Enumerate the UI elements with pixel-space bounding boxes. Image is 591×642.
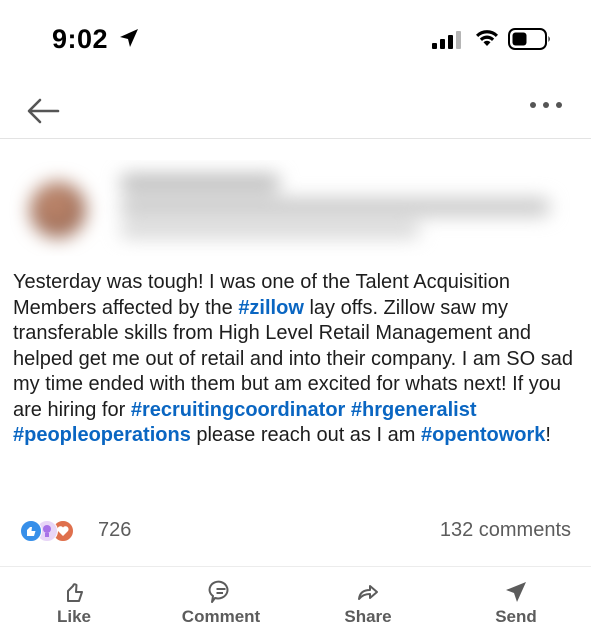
blurred-author-info — [0, 160, 591, 256]
share-label: Share — [344, 607, 392, 626]
comment-label: Comment — [181, 607, 261, 626]
post-text-segment: ! — [545, 424, 551, 446]
location-arrow-icon — [120, 29, 138, 47]
blurred-name-line — [120, 174, 280, 192]
hashtag-link[interactable]: #opentowork — [421, 424, 545, 446]
status-time: 9:02 — [52, 24, 109, 54]
send-paper-plane-icon — [506, 582, 526, 602]
comment-icon — [208, 580, 229, 603]
status-bar: 9:02 — [0, 0, 591, 80]
like-button[interactable]: Like — [14, 579, 134, 627]
comments-count-link[interactable]: 132 comments — [440, 519, 571, 542]
hashtag-link[interactable]: #zillow — [238, 297, 304, 319]
more-options-icon[interactable] — [528, 98, 568, 112]
post-body: Yesterday was tough! I was one of the Ta… — [13, 270, 578, 449]
top-navigation — [0, 80, 591, 139]
back-arrow-icon[interactable] — [24, 90, 64, 130]
hashtag-link[interactable]: #peopleoperations — [13, 424, 191, 446]
blurred-headline-line — [120, 198, 550, 216]
share-button[interactable]: Share — [308, 579, 428, 627]
like-label: Like — [56, 607, 92, 626]
thumbs-up-icon — [67, 583, 83, 602]
hashtag-link[interactable]: #recruitingcoordinator — [131, 399, 345, 421]
comment-button[interactable]: Comment — [161, 579, 281, 627]
post-action-bar: Like Comment Share Send — [0, 566, 591, 642]
hashtag-link[interactable]: #hrgeneralist — [351, 399, 477, 421]
cellular-signal-icon — [432, 31, 461, 49]
send-button[interactable]: Send — [456, 579, 576, 627]
battery-icon — [508, 28, 550, 50]
blurred-meta-line — [120, 222, 420, 238]
post-author-header[interactable] — [0, 160, 591, 256]
share-arrow-icon — [358, 585, 378, 600]
avatar — [30, 182, 86, 238]
send-label: Send — [495, 607, 537, 626]
post-text-segment: please reach out as I am — [190, 424, 421, 446]
like-icon — [20, 520, 42, 542]
reaction-count: 726 — [98, 519, 132, 541]
wifi-icon — [476, 30, 498, 46]
